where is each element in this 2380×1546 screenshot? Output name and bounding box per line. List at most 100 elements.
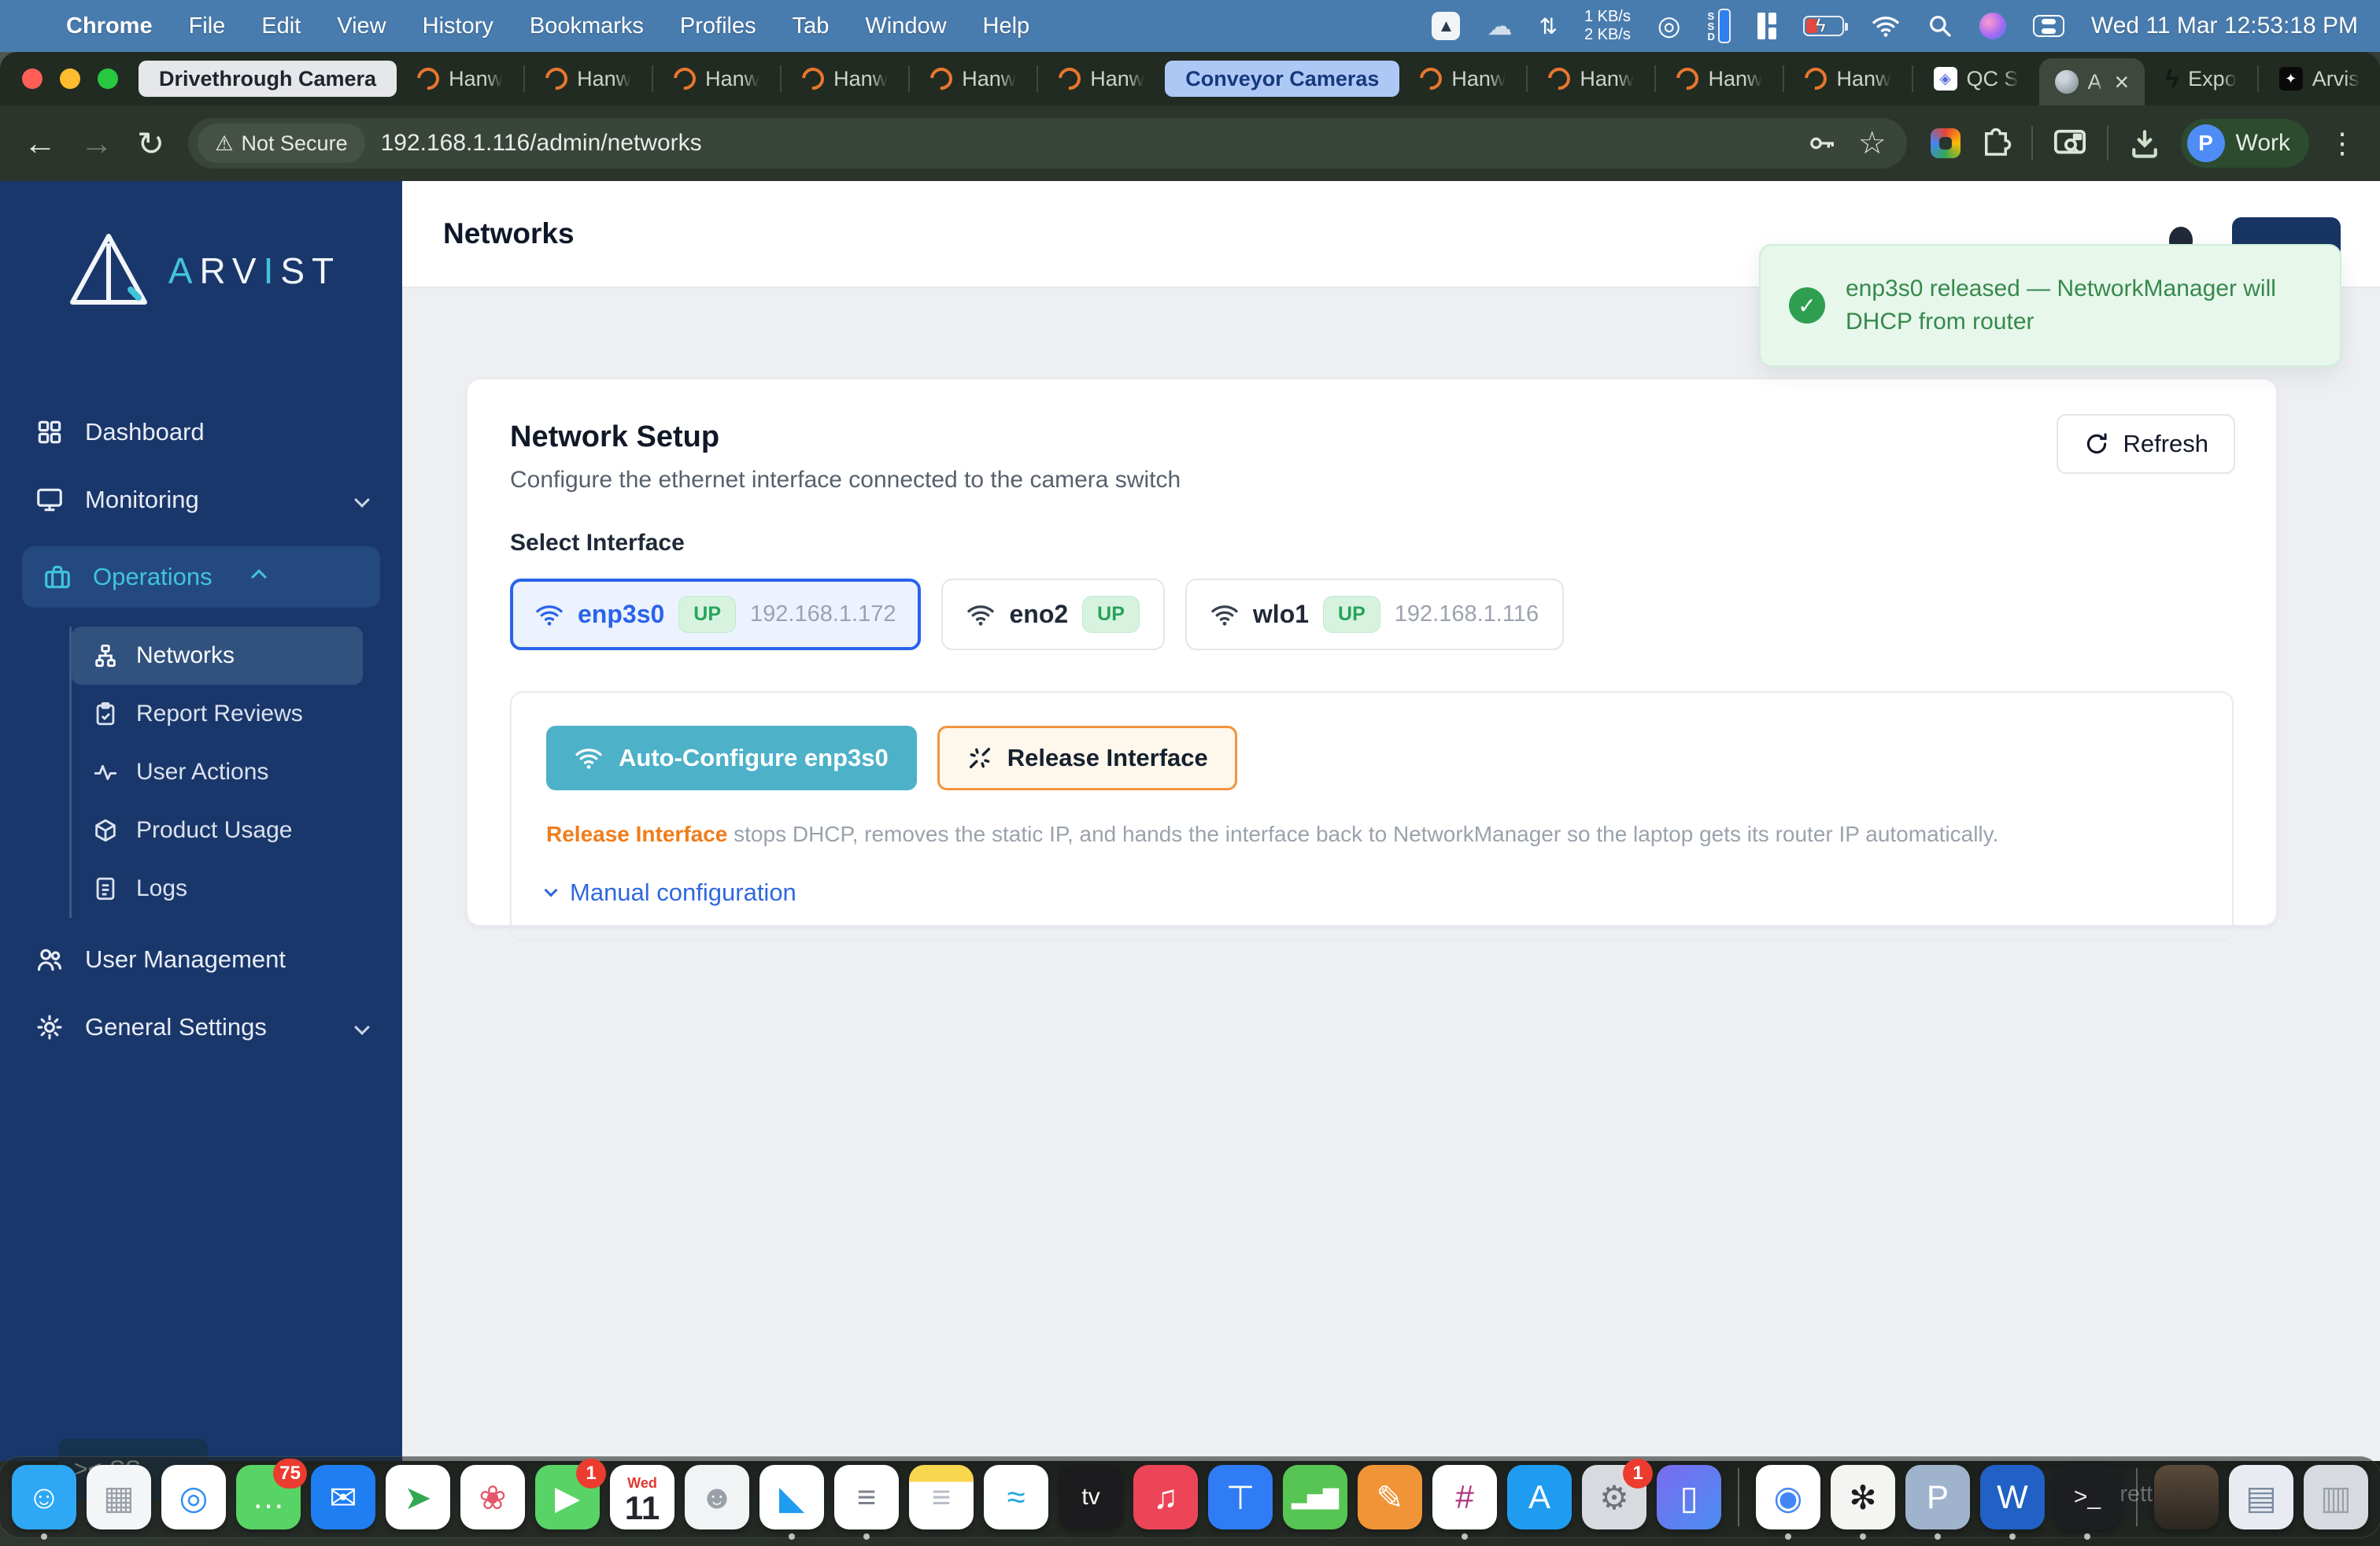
forward-button[interactable]: → [80,124,113,162]
onepassword-icon[interactable]: ◎ [1658,10,1681,42]
sidebar-item-networks[interactable]: Networks [72,627,363,685]
spotlight-icon[interactable] [1927,13,1953,39]
siri-icon[interactable] [1979,13,2006,39]
extensions-puzzle-icon[interactable] [1979,127,2012,160]
menu-chrome[interactable]: Chrome [66,13,153,39]
dock-notes-icon[interactable]: ≡ [909,1465,974,1529]
tab-group-conveyor[interactable]: Conveyor Cameras [1165,61,1399,97]
ssd-monitor-icon[interactable]: SSD [1708,9,1731,43]
dock-iphone-mirroring-icon[interactable]: ▯ [1657,1465,1721,1529]
close-tab-icon[interactable]: × [2115,68,2130,97]
interface-option-eno2[interactable]: eno2 UP [941,579,1164,650]
dock-freeform-icon[interactable]: ≈ [984,1465,1048,1529]
tab-qc[interactable]: ◈QC S [1923,57,2030,101]
sidebar-item-monitoring[interactable]: Monitoring [0,466,402,534]
tab-hanwha-4[interactable]: Hanw [791,57,899,101]
sidebar-item-general-settings[interactable]: General Settings [0,993,402,1061]
dock-calendar-icon[interactable]: Wed11 [610,1465,674,1529]
dock-chrome-icon[interactable]: ◉ [1756,1465,1820,1529]
profile-chip[interactable]: P Work [2181,119,2309,168]
dock-music-icon[interactable]: ♫ [1133,1465,1198,1529]
bookmark-star-icon[interactable]: ☆ [1858,125,1887,161]
dock-contacts-icon[interactable]: ☻ [685,1465,749,1529]
dock-numbers-icon[interactable]: ▂▅▇ [1283,1465,1347,1529]
manual-configuration-link[interactable]: Manual configuration [546,878,2197,907]
dock-mail-icon[interactable]: ✉ [311,1465,375,1529]
omnibox[interactable]: ⚠ Not Secure 192.168.1.116/admin/network… [188,118,1906,168]
dock-safari-icon[interactable]: ◎ [161,1465,226,1529]
dock-reminders-icon[interactable]: ≡ [834,1465,899,1529]
url-text[interactable]: 192.168.1.116/admin/networks [381,130,1791,157]
menu-help[interactable]: Help [983,13,1030,39]
reload-button[interactable]: ↻ [137,124,164,163]
tab-hanwha-6[interactable]: Hanw [1048,57,1155,101]
tab-hanwha-5[interactable]: Hanw [919,57,1027,101]
chrome-menu-kebab[interactable]: ⋮ [2328,127,2356,160]
menu-tab[interactable]: Tab [793,13,830,39]
wifi-status-icon[interactable] [1871,14,1901,38]
dock-app-store-icon[interactable]: A [1507,1465,1572,1529]
tab-hanwha-2[interactable]: Hanw [534,57,642,101]
sidebar-item-user-management[interactable]: User Management [0,926,402,993]
tab-hanwha-10[interactable]: Hanw [1794,57,1901,101]
dock-pages-icon[interactable]: ✎ [1358,1465,1422,1529]
tab-arvis[interactable]: ✦Arvis [2268,57,2371,101]
sidebar-item-dashboard[interactable]: Dashboard [0,398,402,466]
menu-file[interactable]: File [189,13,226,39]
lens-icon[interactable] [1931,128,1961,158]
tab-hanwha-8[interactable]: Hanw [1537,57,1645,101]
dock-photos-icon[interactable]: ❀ [460,1465,525,1529]
menu-profiles[interactable]: Profiles [680,13,756,39]
interface-option-wlo1[interactable]: wlo1 UP 192.168.1.116 [1185,579,1564,650]
dock-terminal-icon[interactable]: >_ [2055,1465,2119,1529]
auto-configure-button[interactable]: Auto-Configure enp3s0 [546,726,917,790]
dock-vscode-icon[interactable]: ◣ [759,1465,824,1529]
dock-apple-tv-icon[interactable]: tv [1059,1465,1123,1529]
network-speed[interactable]: 1 KB/s 2 KB/s [1584,8,1631,44]
dock-window-thumb-dark-icon[interactable] [2154,1465,2219,1529]
release-interface-button[interactable]: Release Interface [937,726,1237,790]
dock-maps-icon[interactable]: ➤ [386,1465,450,1529]
menu-history[interactable]: History [423,13,493,39]
close-window-button[interactable] [22,68,42,89]
vanta-status-icon[interactable]: ▲ [1432,12,1460,40]
dock-postgres-icon[interactable]: P [1905,1465,1970,1529]
tab-hanwha-1[interactable]: Hanw [406,57,514,101]
tab-expo[interactable]: ϟExpo [2154,57,2247,101]
tab-hanwha-7[interactable]: Hanw [1409,57,1517,101]
menu-bookmarks[interactable]: Bookmarks [530,13,644,39]
dock-slack-icon[interactable]: # [1432,1465,1497,1529]
dock-trash-icon[interactable]: ▥ [2304,1465,2368,1529]
dock-word-icon[interactable]: W [1980,1465,2045,1529]
dock-facetime-icon[interactable]: ▶1 [535,1465,600,1529]
dock-window-thumb-light-icon[interactable]: ▤ [2229,1465,2293,1529]
control-center-icon[interactable] [2033,15,2064,37]
dock-finder-icon[interactable]: ☺ [12,1465,76,1529]
network-arrows-icon[interactable]: ⇅ [1539,13,1557,39]
dock-keynote-icon[interactable]: ⊤ [1208,1465,1273,1529]
minimize-window-button[interactable] [60,68,80,89]
sidebar-item-report-reviews[interactable]: Report Reviews [72,685,363,743]
zoom-window-button[interactable] [98,68,118,89]
sidebar-item-logs[interactable]: Logs [72,860,363,918]
tab-hanwha-3[interactable]: Hanw [663,57,771,101]
menu-view[interactable]: View [337,13,386,39]
battery-icon[interactable]: ϟ [1803,16,1844,36]
stage-manager-icon[interactable] [1757,13,1776,39]
tab-group-drivethrough[interactable]: Drivethrough Camera [139,61,397,97]
not-secure-chip[interactable]: ⚠ Not Secure [198,124,364,163]
dock-system-settings-icon[interactable]: ⚙1 [1582,1465,1646,1529]
sidebar-item-operations[interactable]: Operations [22,546,380,608]
sidebar-item-product-usage[interactable]: Product Usage [72,801,363,860]
dock-messages-icon[interactable]: …75 [236,1465,301,1529]
tab-arvist-admin-active[interactable]: A × [2039,58,2145,105]
back-button[interactable]: ← [24,124,57,162]
dock-launchpad-icon[interactable]: ▦ [87,1465,151,1529]
menu-bar-clock[interactable]: Wed 11 Mar 12:53:18 PM [2091,13,2358,39]
passwords-key-icon[interactable] [1806,128,1838,159]
refresh-button[interactable]: Refresh [2057,414,2235,474]
dock-chatgpt-icon[interactable]: ✻ [1831,1465,1895,1529]
sidebar-item-user-actions[interactable]: User Actions [72,743,363,801]
tab-hanwha-9[interactable]: Hanw [1665,57,1773,101]
interface-option-enp3s0[interactable]: enp3s0 UP 192.168.1.172 [510,579,921,650]
